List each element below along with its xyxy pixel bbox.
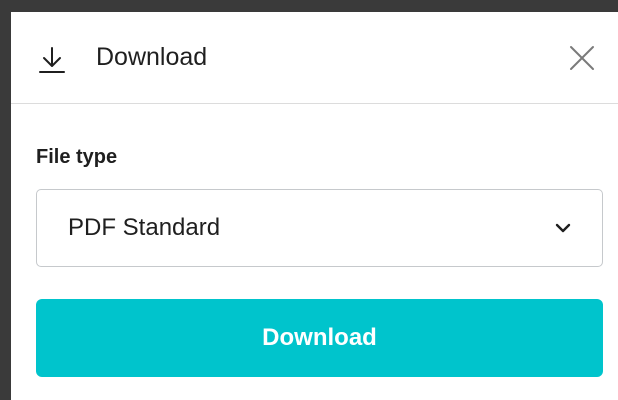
- download-panel: Download File type PDF Standard Download: [11, 12, 618, 400]
- file-type-select[interactable]: PDF Standard: [36, 189, 603, 267]
- chevron-down-icon: [553, 221, 573, 235]
- panel-title: Download: [96, 43, 208, 71]
- close-icon: [570, 46, 594, 70]
- file-type-label: File type: [36, 146, 118, 168]
- download-icon: [37, 45, 67, 75]
- download-button[interactable]: Download: [36, 299, 603, 377]
- file-type-value: PDF Standard: [68, 214, 221, 241]
- close-button[interactable]: [567, 43, 597, 73]
- panel-header: Download: [11, 12, 618, 104]
